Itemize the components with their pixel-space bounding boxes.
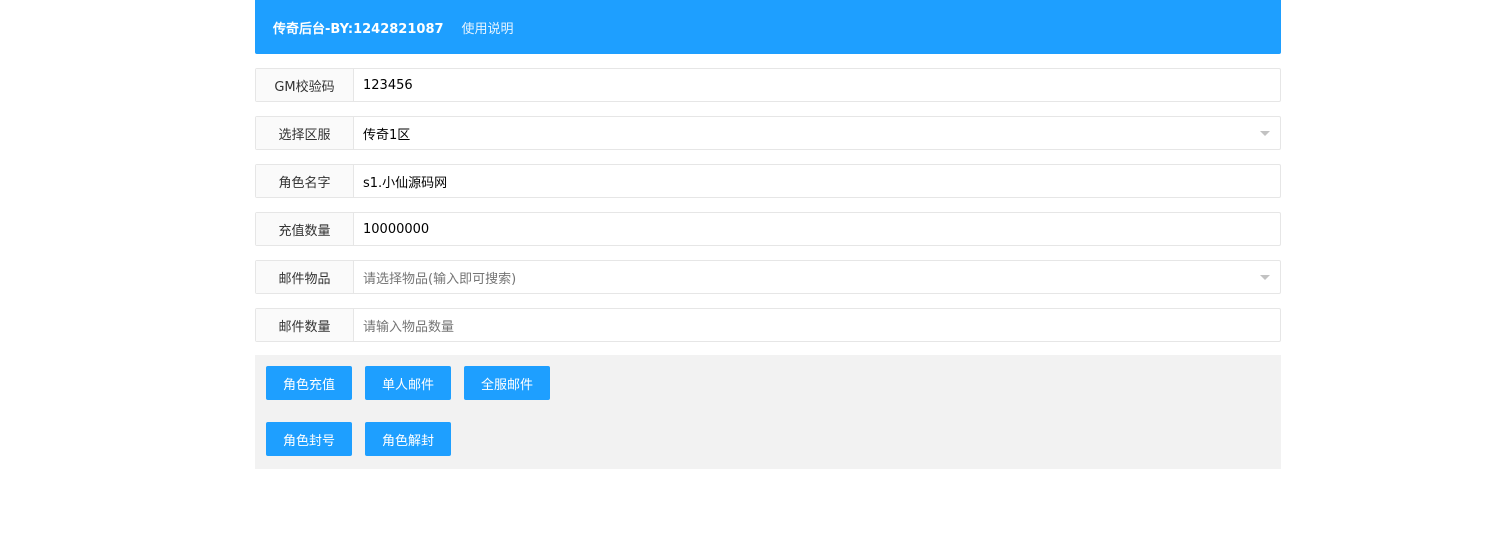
server-mail-button[interactable]: 全服邮件 [464, 366, 551, 400]
server-select-value: 传奇1区 [363, 127, 411, 143]
main-container: 传奇后台-BY:1242821087 使用说明 GM校验码 123456 选择区… [255, 0, 1281, 469]
ban-role-button[interactable]: 角色封号 [266, 422, 353, 456]
header-bar: 传奇后台-BY:1242821087 使用说明 [255, 0, 1281, 54]
mail-item-row: 邮件物品 请选择物品(输入即可搜索) [255, 260, 1281, 294]
mail-item-label: 邮件物品 [256, 261, 354, 293]
server-select[interactable]: 传奇1区 [354, 117, 1280, 149]
recharge-amount-row: 充值数量 10000000 [255, 212, 1281, 246]
gm-code-row: GM校验码 123456 [255, 68, 1281, 102]
mail-count-label: 邮件数量 [256, 309, 354, 341]
role-name-label: 角色名字 [256, 165, 354, 197]
chevron-down-icon [1260, 131, 1270, 136]
action-panel: 角色充值 单人邮件 全服邮件 角色封号 角色解封 [255, 355, 1281, 469]
single-mail-button[interactable]: 单人邮件 [365, 366, 452, 400]
help-link[interactable]: 使用说明 [462, 18, 514, 37]
mail-count-input[interactable]: 请输入物品数量 [354, 309, 1280, 341]
mail-item-placeholder: 请选择物品(输入即可搜索) [363, 271, 517, 287]
gm-code-input[interactable]: 123456 [354, 69, 1280, 101]
role-name-input[interactable]: s1.小仙源码网 [354, 165, 1280, 197]
gm-code-label: GM校验码 [256, 69, 354, 101]
recharge-amount-label: 充值数量 [256, 213, 354, 245]
action-row-1: 角色充值 单人邮件 全服邮件 [266, 366, 1270, 400]
unban-role-button[interactable]: 角色解封 [365, 422, 452, 456]
mail-count-row: 邮件数量 请输入物品数量 [255, 308, 1281, 342]
server-row: 选择区服 传奇1区 [255, 116, 1281, 150]
server-label: 选择区服 [256, 117, 354, 149]
role-name-row: 角色名字 s1.小仙源码网 [255, 164, 1281, 198]
app-title: 传奇后台-BY:1242821087 [273, 21, 444, 37]
action-row-2: 角色封号 角色解封 [266, 422, 1270, 456]
recharge-amount-input[interactable]: 10000000 [354, 213, 1280, 245]
role-recharge-button[interactable]: 角色充值 [266, 366, 353, 400]
mail-item-select[interactable]: 请选择物品(输入即可搜索) [354, 261, 1280, 293]
chevron-down-icon [1260, 275, 1270, 280]
